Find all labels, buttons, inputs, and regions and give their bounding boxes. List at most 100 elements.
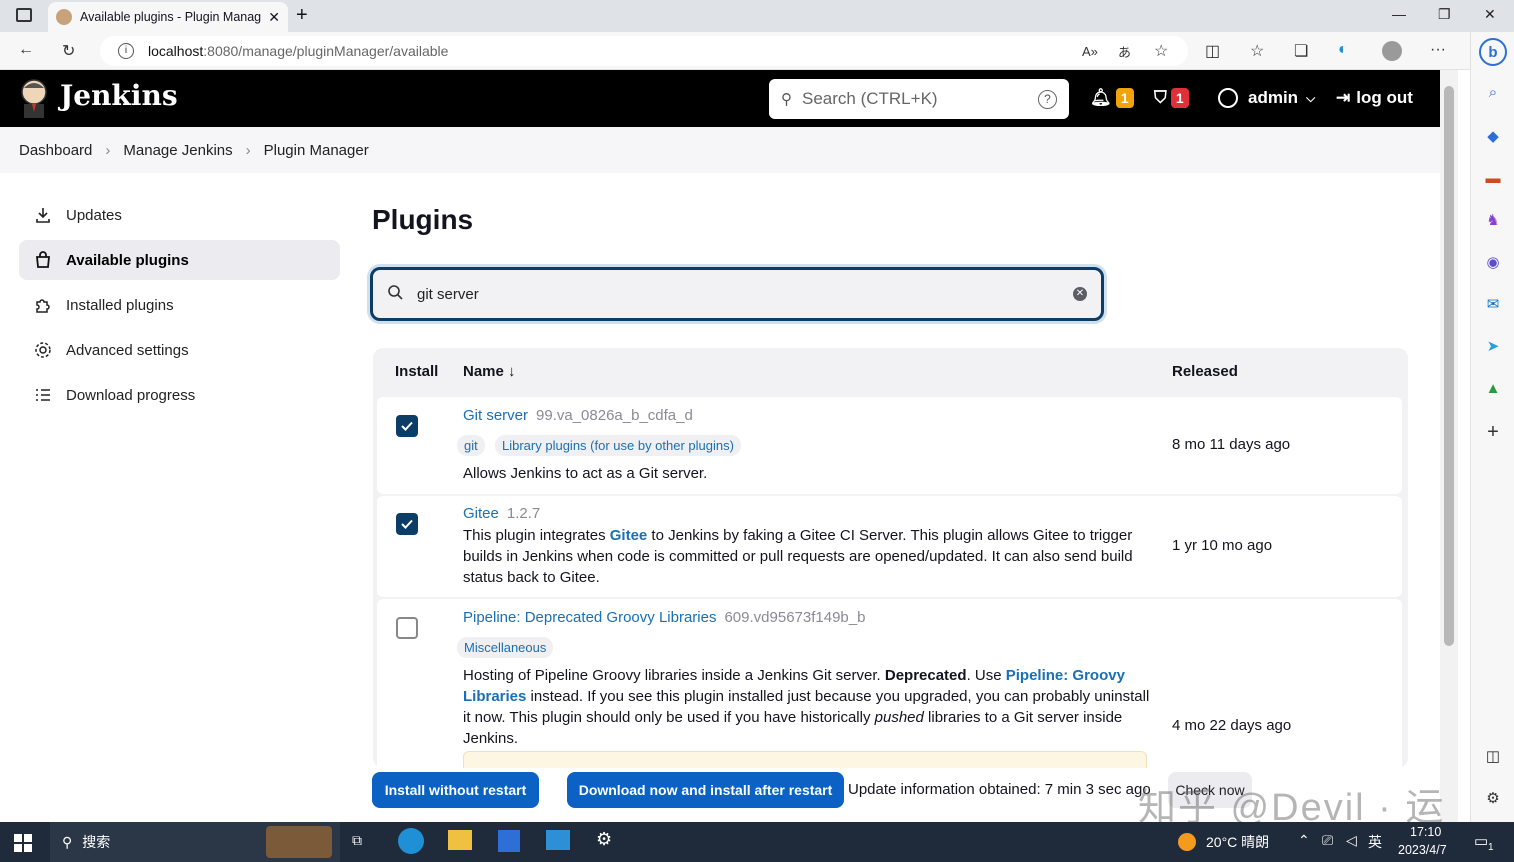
plugin-tag[interactable]: Miscellaneous [457,637,554,658]
column-install: Install [395,363,439,380]
plugins-table: Install Name ↓ Released Git server 99.va_… [373,348,1408,768]
search-input[interactable]: Search (CTRL+K) [802,89,1038,109]
security-button[interactable]: ⛉ 1 [1154,88,1189,108]
jenkins-brand[interactable]: Jenkins [60,79,178,112]
plugin-version: 1.2.7 [506,505,541,522]
close-window-icon[interactable]: ✕ [1484,6,1496,23]
action-center-badge: 1 [1488,842,1494,853]
split-screen-icon[interactable]: ◫ [1205,41,1220,61]
weather-text[interactable]: 20°C 晴朗 [1206,832,1269,852]
bing-icon[interactable]: b [1479,38,1507,66]
refresh-icon[interactable]: ↻ [62,41,75,61]
tray-chevron-icon[interactable]: ⌃ [1298,832,1310,849]
breadcrumb-dashboard[interactable]: Dashboard [19,142,92,159]
hide-sidebar-icon[interactable]: ◫ [1483,746,1503,766]
browser-tab-bar: Available plugins - Plugin Manag ✕ + — ❐… [0,0,1514,32]
settings-taskbar-icon[interactable]: ⚙ [596,829,612,850]
install-checkbox[interactable] [396,513,418,535]
network-icon[interactable]: ⎚ [1322,832,1333,849]
list-icon [33,385,53,405]
sidebar-item-advanced-settings[interactable]: Advanced settings [19,330,340,370]
filter-input[interactable]: git server [417,286,1073,303]
sidebar-item-available-plugins[interactable]: Available plugins [19,240,340,280]
search-box[interactable]: ⚲ Search (CTRL+K) ? [769,79,1069,119]
column-released[interactable]: Released [1172,363,1238,380]
plugin-tag[interactable]: Library plugins (for use by other plugin… [495,435,741,456]
taskbar-search[interactable]: ⚲ 搜索 [50,822,340,862]
back-icon[interactable]: ← [18,41,34,59]
info-icon[interactable]: i [118,43,134,59]
download-and-install-button[interactable]: Download now and install after restart [567,772,844,808]
sidebar-item-installed-plugins[interactable]: Installed plugins [19,285,340,325]
tools-icon[interactable]: ▬ [1483,168,1503,188]
clear-filter-icon[interactable]: ✕ [1073,287,1087,301]
breadcrumb-manage-jenkins[interactable]: Manage Jenkins [123,142,232,159]
page-title: Plugins [372,204,474,235]
more-menu-icon[interactable]: ··· [1430,41,1446,59]
tab-actions-icon[interactable] [16,8,32,22]
plugin-filter[interactable]: git server ✕ [370,267,1104,321]
update-info: Update information obtained: 7 min 3 sec… [848,781,1151,798]
tree-icon[interactable]: ▲ [1483,378,1503,398]
column-name[interactable]: Name ↓ [463,363,516,380]
mail-icon[interactable] [546,830,570,850]
jenkins-header: Jenkins ⚲ Search (CTRL+K) ? 🔔︎ 1 ⛉ 1 adm… [0,70,1440,127]
puzzle-icon [33,295,53,315]
install-checkbox[interactable] [396,415,418,437]
office-icon[interactable]: ◉ [1483,252,1503,272]
chevron-right-icon: › [105,141,111,159]
sidebar-search-icon[interactable]: ⌕ [1483,82,1503,102]
plugin-name-link[interactable]: Git server [463,407,528,424]
task-view-icon[interactable]: ⧉ [352,832,362,849]
collections-icon[interactable]: ❏ [1294,41,1308,61]
user-menu[interactable]: admin ⌵ [1218,88,1315,108]
sidebar-item-updates[interactable]: Updates [19,195,340,235]
breadcrumb-plugin-manager[interactable]: Plugin Manager [264,142,369,159]
logout-button[interactable]: ⇥ log out [1336,88,1413,108]
edge-copilot-icon[interactable]: ◐ [1338,41,1348,59]
install-checkbox[interactable] [396,617,418,639]
volume-icon[interactable]: ◁ [1346,832,1357,849]
sidebar-item-download-progress[interactable]: Download progress [19,375,340,415]
file-explorer-icon[interactable] [448,830,472,850]
gear-icon [33,340,53,360]
plugin-tag[interactable]: git [457,435,485,456]
favorites-icon[interactable]: ☆ [1250,41,1264,61]
minimize-icon[interactable]: — [1392,6,1406,22]
profile-avatar[interactable] [1382,41,1402,61]
add-sidebar-icon[interactable]: + [1483,421,1503,443]
windows-start-icon[interactable] [14,834,32,852]
outlook-icon[interactable]: ✉ [1483,294,1503,314]
clock-time[interactable]: 17:10 [1410,825,1441,839]
favorite-add-icon[interactable]: ☆ [1154,41,1168,61]
help-icon[interactable]: ? [1038,89,1057,109]
shopping-bag-icon [33,250,53,270]
translate-icon[interactable]: あ [1118,42,1131,61]
action-center-icon[interactable]: ▭ [1474,832,1488,850]
games-icon[interactable]: ♞ [1483,210,1503,230]
install-without-restart-button[interactable]: Install without restart [372,772,539,808]
shield-icon: ⛉ [1154,88,1167,107]
clock-date[interactable]: 2023/4/7 [1398,843,1447,857]
send-icon[interactable]: ➤ [1483,336,1503,356]
taskbar-search-label: 搜索 [82,834,111,850]
edge-taskbar-icon[interactable] [398,828,424,854]
jenkins-logo-icon[interactable] [18,78,50,118]
shopping-icon[interactable]: ◆ [1483,126,1503,146]
close-tab-icon[interactable]: ✕ [268,9,280,26]
maximize-icon[interactable]: ❐ [1438,6,1451,23]
plugin-name-link[interactable]: Gitee [463,505,499,522]
ime-indicator[interactable]: 英 [1368,832,1382,852]
sidebar-settings-icon[interactable]: ⚙ [1483,788,1503,808]
jenkins-favicon-icon [56,9,72,25]
plugin-version: 99.va_0826a_b_cdfa_d [536,407,693,424]
url-bar[interactable]: i localhost:8080/manage/pluginManager/av… [100,36,1188,66]
read-aloud-icon[interactable]: A» [1082,44,1098,59]
plugin-name-link[interactable]: Pipeline: Deprecated Groovy Libraries [463,609,716,626]
new-tab-icon[interactable]: + [296,4,308,27]
browser-tab[interactable]: Available plugins - Plugin Manag ✕ [48,2,288,32]
scrollbar-thumb[interactable] [1444,86,1454,646]
store-icon[interactable] [498,830,520,852]
notifications-button[interactable]: 🔔︎ 1 [1090,88,1134,108]
gitee-link[interactable]: Gitee [610,527,648,544]
